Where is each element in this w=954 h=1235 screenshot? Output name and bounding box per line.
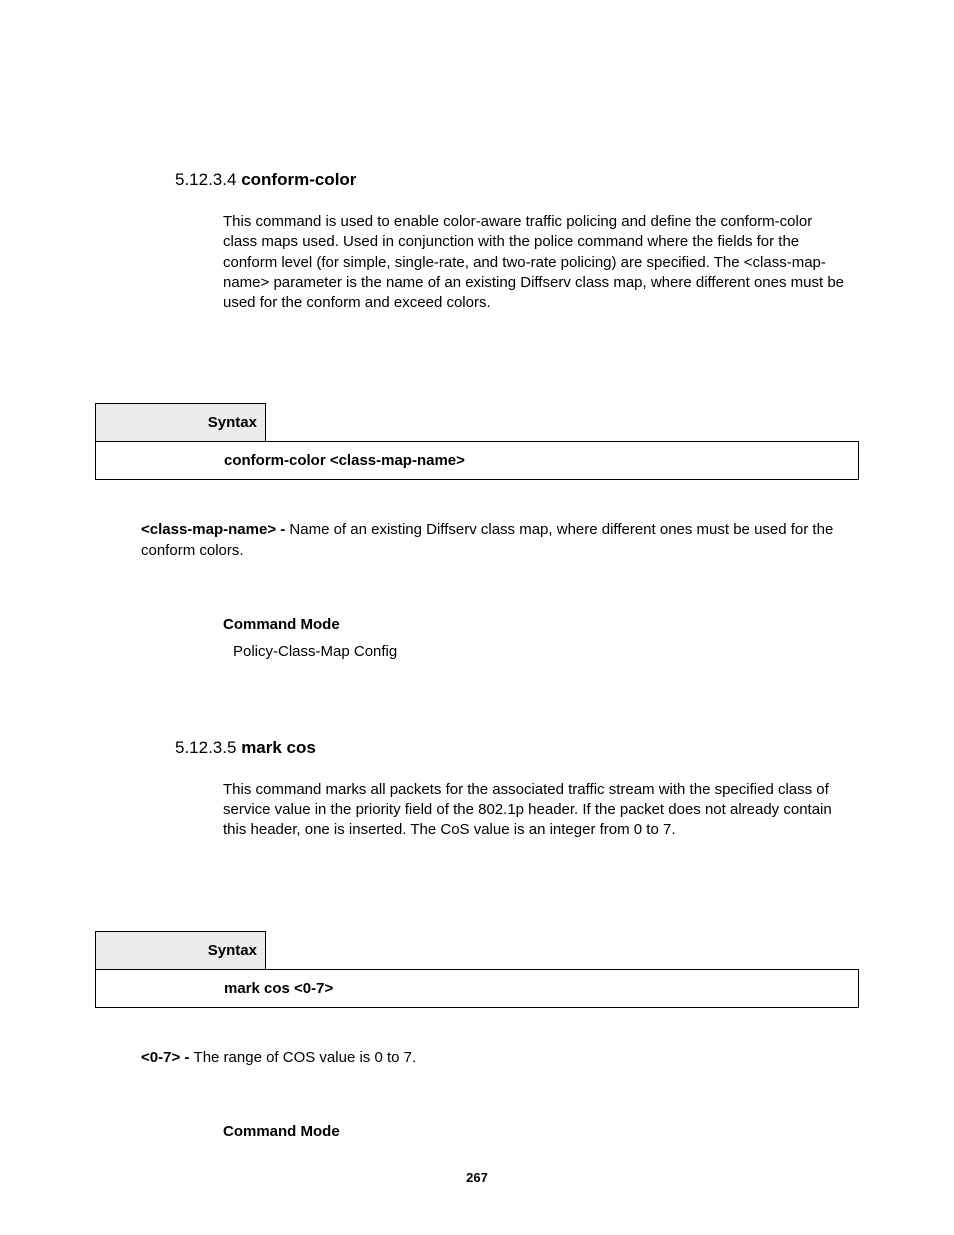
syntax-label: Syntax	[96, 931, 266, 969]
parameter-name: <class-map-name> -	[141, 521, 289, 538]
section-heading-mark-cos: 5.12.3.5 mark cos	[175, 738, 859, 758]
command-mode-block: Command Mode	[223, 1123, 859, 1140]
command-mode-label: Command Mode	[223, 616, 859, 633]
section-number: 5.12.3.5	[175, 738, 236, 757]
parameter-description: <class-map-name> - Name of an existing D…	[141, 520, 839, 561]
document-page: 5.12.3.4 conform-color This command is u…	[0, 0, 954, 1140]
syntax-empty-cell	[266, 931, 859, 969]
section-description: This command marks all packets for the a…	[223, 780, 849, 841]
parameter-text: The range of COS value is 0 to 7.	[194, 1049, 417, 1066]
section-number: 5.12.3.4	[175, 170, 236, 189]
syntax-table: Syntax conform-color <class-map-name>	[95, 403, 859, 480]
command-mode-block: Command Mode Policy-Class-Map Config	[223, 616, 859, 660]
section-title: conform-color	[241, 170, 356, 189]
command-mode-label: Command Mode	[223, 1123, 859, 1140]
parameter-description: <0-7> - The range of COS value is 0 to 7…	[141, 1048, 839, 1068]
section-title: mark cos	[241, 738, 316, 757]
syntax-empty-cell	[266, 404, 859, 442]
command-mode-value: Policy-Class-Map Config	[233, 643, 397, 660]
syntax-command: conform-color <class-map-name>	[96, 442, 859, 480]
page-number: 267	[0, 1170, 954, 1185]
section-description: This command is used to enable color-awa…	[223, 212, 849, 313]
syntax-label: Syntax	[96, 404, 266, 442]
syntax-command: mark cos <0-7>	[96, 969, 859, 1007]
parameter-name: <0-7> -	[141, 1049, 194, 1066]
section-heading-conform-color: 5.12.3.4 conform-color	[175, 170, 859, 190]
syntax-table: Syntax mark cos <0-7>	[95, 931, 859, 1008]
